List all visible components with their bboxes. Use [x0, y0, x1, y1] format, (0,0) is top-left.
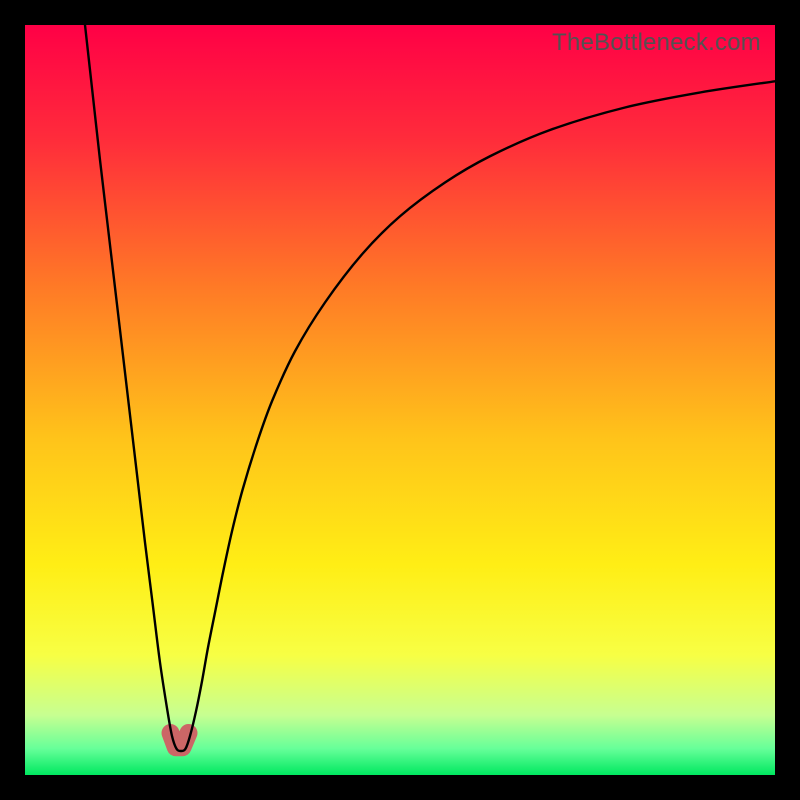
plot-area: TheBottleneck.com	[25, 25, 775, 775]
bottleneck-curve	[85, 25, 775, 751]
chart-frame: TheBottleneck.com	[0, 0, 800, 800]
curve-layer	[25, 25, 775, 775]
